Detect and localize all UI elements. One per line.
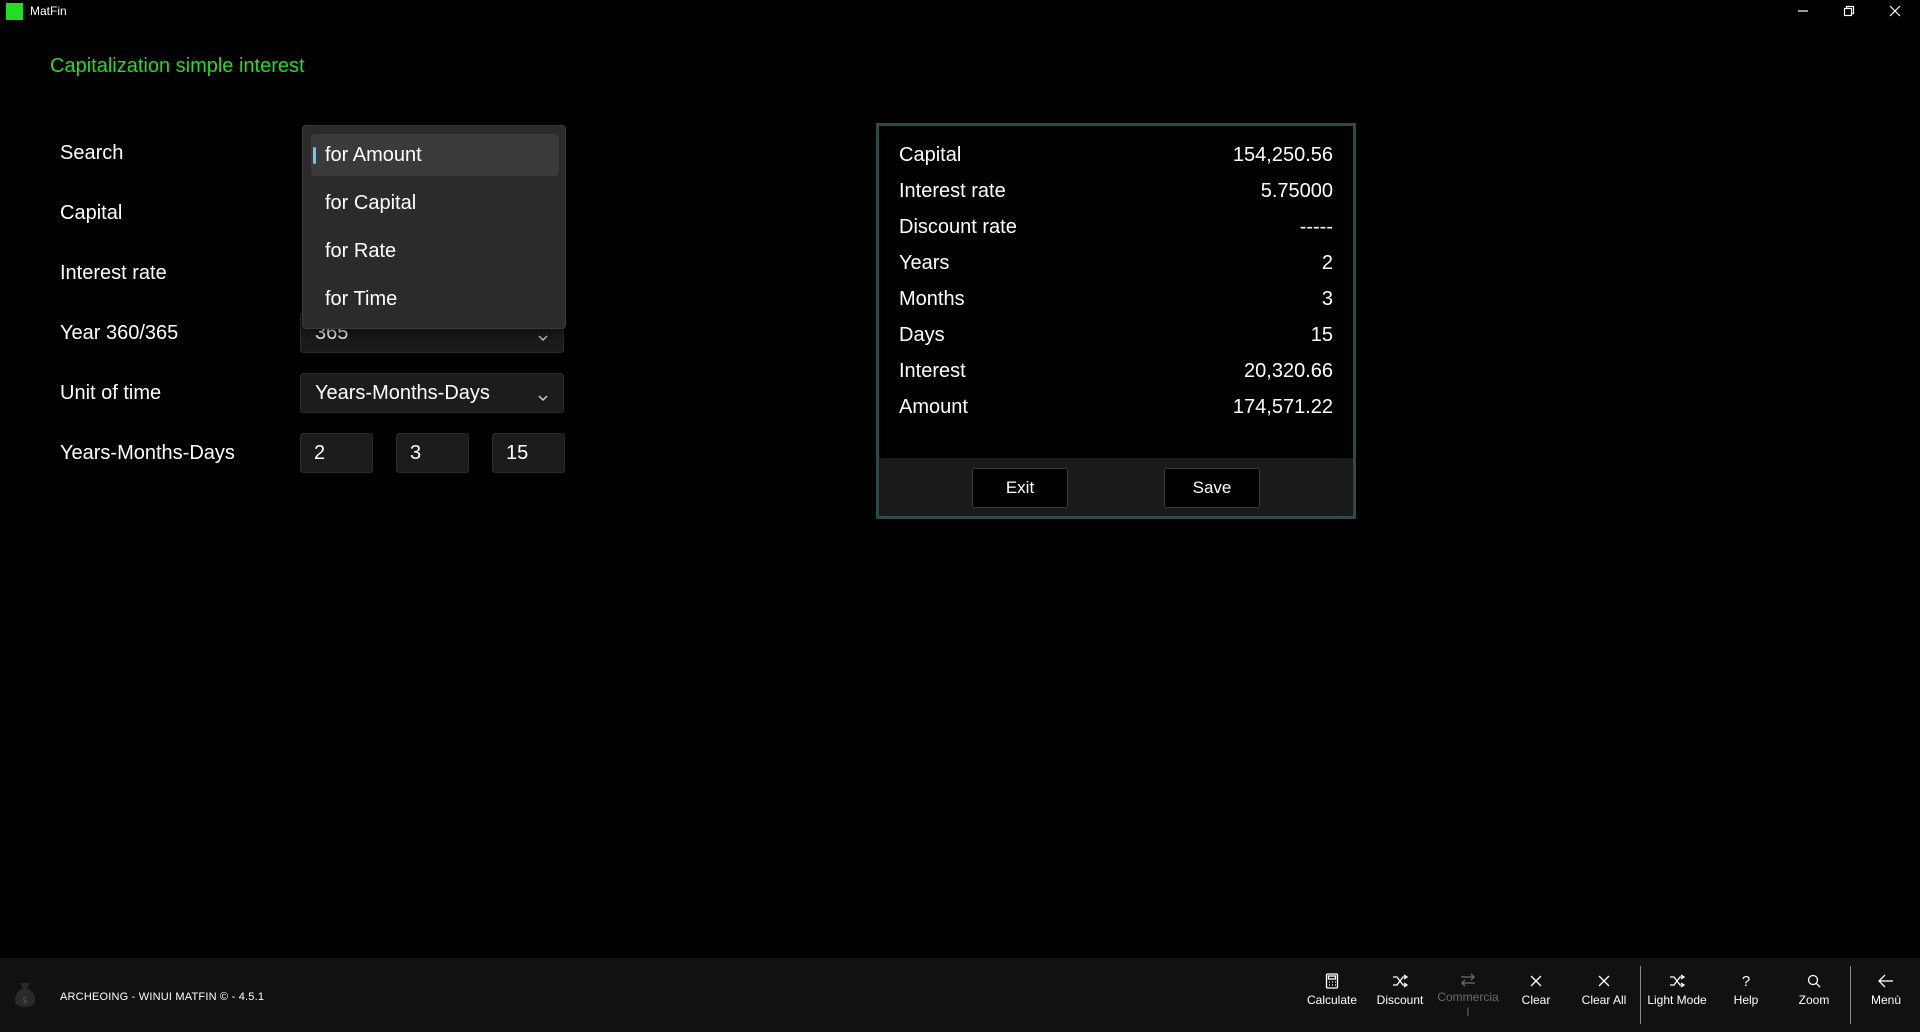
result-value: 3 <box>1321 287 1333 310</box>
result-label: Capital <box>899 143 962 166</box>
result-value: 174,571.22 <box>1232 395 1333 418</box>
interest-rate-label: Interest rate <box>60 262 167 284</box>
clear-all-icon <box>1598 972 1610 990</box>
clear-button[interactable]: Clear <box>1502 972 1570 1020</box>
result-value: 5.75000 <box>1260 179 1333 202</box>
result-row-discount-rate: Discount rate ----- <box>899 212 1333 242</box>
light-mode-label: Light Mode <box>1647 993 1707 1007</box>
unit-of-time-value: Years-Months-Days <box>315 381 490 404</box>
result-row-amount: Amount 174,571.22 <box>899 392 1333 422</box>
search-dropdown-list[interactable]: for Amount for Capital for Rate for Time <box>302 125 566 329</box>
result-row-days: Days 15 <box>899 320 1333 350</box>
result-row-interest: Interest 20,320.66 <box>899 356 1333 386</box>
clear-icon <box>1530 972 1542 990</box>
result-value: 154,250.56 <box>1232 143 1333 166</box>
years-months-days-label: Years-Months-Days <box>60 442 235 464</box>
commercial-button[interactable]: Commercia l <box>1434 972 1502 1020</box>
minimize-icon <box>1798 10 1808 12</box>
result-row-years: Years 2 <box>899 248 1333 278</box>
shuffle-icon <box>1392 972 1408 990</box>
result-row-months: Months 3 <box>899 284 1333 314</box>
command-separator <box>1850 966 1851 1024</box>
menu-label: Menù <box>1870 993 1902 1007</box>
result-value: 20,320.66 <box>1244 359 1333 382</box>
help-label: Help <box>1733 993 1759 1007</box>
app-icon <box>6 3 23 20</box>
years-input[interactable]: 2 <box>300 433 373 473</box>
dropdown-option-for-amount[interactable]: for Amount <box>311 134 559 176</box>
calculator-icon <box>1325 972 1339 990</box>
menu-button[interactable]: Menù <box>1852 972 1920 1020</box>
command-separator <box>1640 966 1641 1024</box>
chevron-down-icon <box>537 327 549 350</box>
result-label: Years <box>899 251 950 274</box>
result-value: 2 <box>1321 251 1333 274</box>
close-icon <box>1889 5 1901 17</box>
commercial-label: Commercia l <box>1437 990 1499 1019</box>
result-value: 15 <box>1310 323 1333 346</box>
months-input[interactable]: 3 <box>396 433 469 473</box>
result-row-interest-rate: Interest rate 5.75000 <box>899 176 1333 206</box>
save-button[interactable]: Save <box>1164 468 1260 508</box>
svg-text:$: $ <box>22 996 28 1006</box>
exit-button[interactable]: Exit <box>972 468 1068 508</box>
command-bar: $ ARCHEOING - WINUI MATFIN © - 4.5.1 Cal… <box>0 958 1920 1032</box>
result-label: Discount rate <box>899 215 1017 238</box>
result-panel-footer: Exit Save <box>879 458 1353 516</box>
unit-of-time-label: Unit of time <box>60 382 162 404</box>
dropdown-option-for-capital[interactable]: for Capital <box>311 182 559 224</box>
title-bar: MatFin <box>0 0 1920 22</box>
page-title: Capitalization simple interest <box>50 55 305 77</box>
shuffle-icon <box>1669 972 1685 990</box>
result-panel: Capital 154,250.56 Interest rate 5.75000… <box>876 123 1356 519</box>
help-button[interactable]: ? Help <box>1712 972 1780 1020</box>
question-mark-icon: ? <box>1741 972 1751 990</box>
discount-label: Discount <box>1376 993 1424 1007</box>
clear-all-label: Clear All <box>1581 993 1627 1007</box>
close-button[interactable] <box>1872 0 1918 22</box>
days-input[interactable]: 15 <box>492 433 565 473</box>
calculate-label: Calculate <box>1306 993 1358 1007</box>
app-info-text: ARCHEOING - WINUI MATFIN © - 4.5.1 <box>60 991 265 1003</box>
zoom-label: Zoom <box>1798 993 1830 1007</box>
restore-icon <box>1843 5 1855 17</box>
result-row-capital: Capital 154,250.56 <box>899 140 1333 170</box>
result-label: Interest rate <box>899 179 1006 202</box>
result-label: Interest <box>899 359 966 382</box>
result-value: ----- <box>1299 215 1333 238</box>
dropdown-option-for-rate[interactable]: for Rate <box>311 230 559 272</box>
search-label: Search <box>60 142 124 164</box>
clear-all-button[interactable]: Clear All <box>1570 972 1638 1020</box>
zoom-button[interactable]: Zoom <box>1780 972 1848 1020</box>
discount-button[interactable]: Discount <box>1366 972 1434 1020</box>
chevron-down-icon <box>537 387 549 410</box>
year-basis-label: Year 360/365 <box>60 322 179 344</box>
window-title: MatFin <box>30 4 67 18</box>
light-mode-button[interactable]: Light Mode <box>1642 972 1712 1020</box>
search-icon <box>1807 972 1821 990</box>
restore-button[interactable] <box>1826 0 1872 22</box>
swap-arrows-icon <box>1460 972 1476 987</box>
clear-label: Clear <box>1521 993 1551 1007</box>
minimize-button[interactable] <box>1780 0 1826 22</box>
unit-of-time-select[interactable]: Years-Months-Days <box>300 373 564 413</box>
calculate-button[interactable]: Calculate <box>1298 972 1366 1020</box>
money-bag-icon: $ <box>12 979 38 1014</box>
result-label: Amount <box>899 395 968 418</box>
capital-label: Capital <box>60 202 123 224</box>
result-label: Months <box>899 287 965 310</box>
arrow-left-icon <box>1878 972 1894 990</box>
dropdown-option-for-time[interactable]: for Time <box>311 278 559 320</box>
result-label: Days <box>899 323 945 346</box>
